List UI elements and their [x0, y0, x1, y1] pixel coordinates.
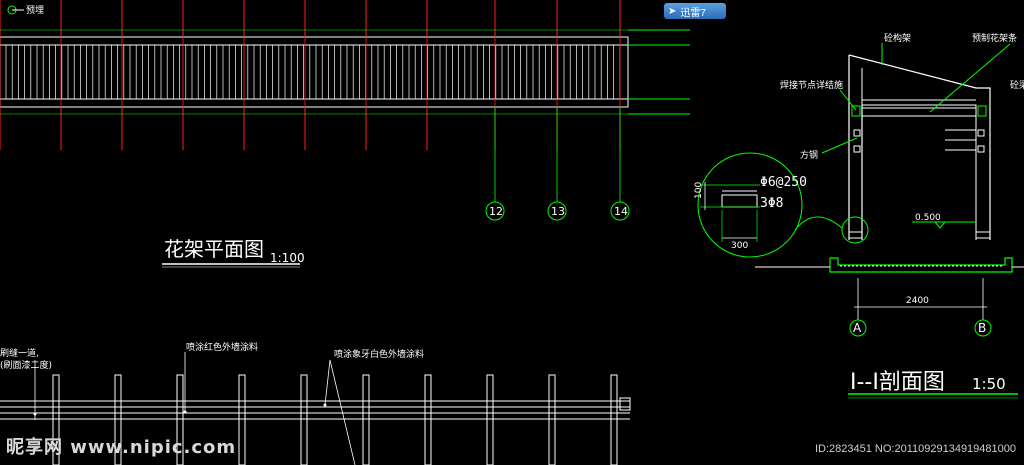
leader-weld-detail: [839, 89, 857, 111]
plan-scale: 1:100: [270, 251, 305, 265]
section-node-right: [977, 105, 987, 117]
cad-drawing: 预埋 12 13 14 花架平面图 1:100 喷涂红色外墙涂料 喷涂象牙白色外墙涂…: [0, 0, 1024, 465]
grid-bubble-label: 12: [489, 205, 503, 218]
section-view: 0.500 2400 A B 砼构架 预制花架条 焊接节点详结施 方钢 砼梁 I…: [755, 32, 1024, 399]
axis-label-b: B: [978, 321, 986, 335]
detail-rebar-2: 3Φ8: [760, 196, 783, 211]
section-precast-bar: [861, 107, 977, 117]
plan-view: 预埋 12 13 14 花架平面图 1:100: [0, 0, 690, 268]
detail-dim-300: 300: [731, 241, 748, 251]
elev-note-left-1: 刷缝一道,: [0, 347, 39, 359]
section-base-right: [975, 231, 991, 239]
tube-4: [977, 145, 985, 153]
elev-post: [610, 374, 618, 465]
label-weld-detail: 焊接节点详结施: [780, 79, 843, 91]
section-foundation: [829, 257, 1013, 273]
plan-title: 花架平面图: [164, 237, 264, 261]
elev-leader-2: [324, 359, 331, 406]
plan-slats: [5, 45, 621, 99]
elev-post: [238, 374, 246, 465]
detail-circle: [697, 152, 803, 258]
level-value: 0.500: [915, 213, 941, 223]
plan-grid-bubbles: 12 13 14: [485, 201, 630, 221]
grid-bubble-label: 13: [551, 205, 565, 218]
leader-square-steel: [821, 137, 858, 154]
label-square-steel: 方钢: [800, 149, 818, 161]
label-concrete-right: 砼梁: [1010, 79, 1024, 91]
label-precast-bars: 预制花架条: [972, 32, 1017, 44]
bird-icon: ➤: [668, 5, 677, 17]
grid-bubble-label: 14: [614, 205, 628, 218]
elev-note-ivory: 喷涂象牙白色外墙涂料: [334, 348, 424, 360]
detail-callout-leader: [794, 216, 843, 231]
detail-callout-circle: [841, 216, 869, 244]
detail-view: 100 Φ6@250 3Φ8 300: [694, 152, 869, 258]
section-node-left: [851, 105, 861, 117]
section-base-left: [848, 231, 863, 239]
badge-label: 迅雷7: [680, 7, 706, 19]
axis-label-a: A: [853, 321, 862, 335]
label-concrete-frame: 砼构架: [884, 32, 911, 44]
elev-post: [424, 374, 432, 465]
elev-post: [548, 374, 556, 465]
elev-post: [300, 374, 308, 465]
plan-frame: [0, 36, 629, 108]
image-id-line: ID:2823451 NO:20110929134919481000: [814, 443, 1016, 455]
elev-leader-dot-1: [183, 410, 187, 414]
plan-top-label: 预埋: [26, 5, 44, 16]
detail-section-box: [721, 194, 758, 208]
elev-note-left-2: (刷面漆二度): [0, 359, 52, 371]
section-scale: 1:50: [972, 375, 1006, 393]
watermark: 昵享网 www.nipic.com: [6, 437, 237, 458]
download-badge[interactable]: ➤ 迅雷7: [664, 3, 726, 19]
elev-post: [362, 374, 370, 465]
detail-rebar-1: Φ6@250: [760, 175, 807, 190]
dim-2400-text: 2400: [906, 296, 929, 306]
elev-leader-dot-3: [33, 412, 37, 416]
elev-leader-dot-2: [323, 403, 327, 407]
elev-end-cap: [619, 397, 631, 411]
tube-1: [853, 129, 861, 137]
section-title: I--I剖面图: [850, 370, 945, 395]
detail-dim-100: 100: [694, 182, 704, 199]
leader-precast-bars: [929, 43, 1011, 113]
elev-post: [486, 374, 494, 465]
tube-3: [977, 129, 985, 137]
elev-note-red: 喷涂红色外墙涂料: [186, 341, 258, 353]
tube-2: [853, 145, 861, 153]
